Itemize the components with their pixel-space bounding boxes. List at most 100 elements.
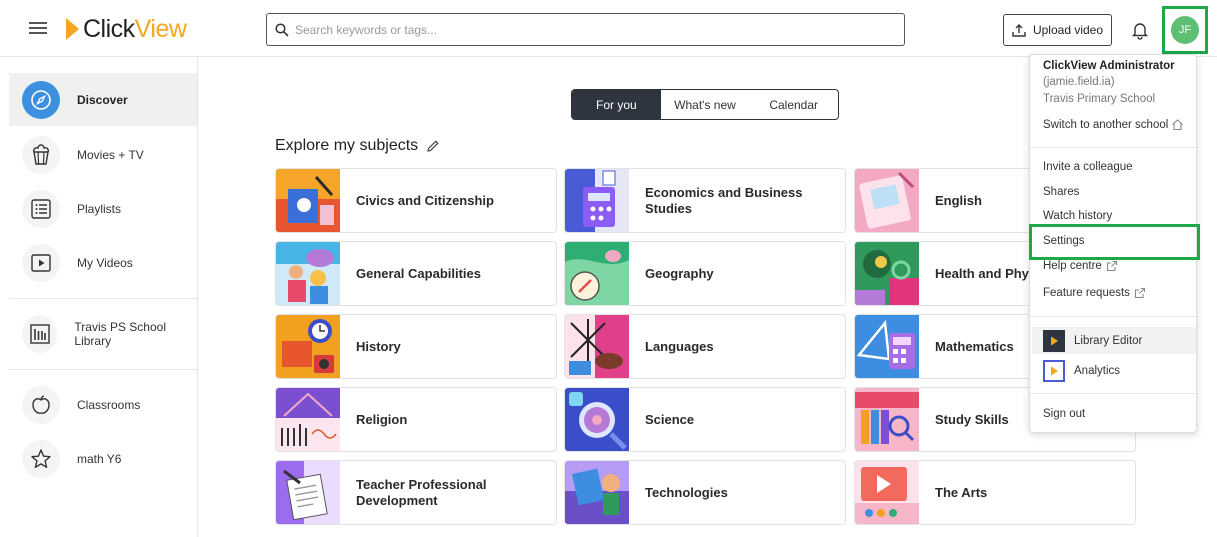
sidebar-item-my-videos[interactable]: My Videos [9,236,197,289]
subject-card-geography[interactable]: Geography [564,241,846,306]
subject-card-technologies[interactable]: Technologies [564,460,846,525]
menu-divider [1030,147,1196,148]
switch-school-label: Switch to another school [1043,118,1169,131]
logo-text-view: View [134,14,187,43]
subject-label: Technologies [645,484,728,500]
menu-user-name: ClickView Administrator [1043,60,1175,72]
shares-item[interactable]: Shares [1043,186,1079,198]
sidebar-item-label: Discover [77,92,128,107]
sidebar-item-classrooms[interactable]: Classrooms [9,378,197,431]
watch-history-item[interactable]: Watch history [1043,210,1112,222]
subject-card-religion[interactable]: Religion [275,387,557,452]
sidebar-item-label: My Videos [77,255,133,270]
invite-colleague-item[interactable]: Invite a colleague [1043,161,1133,173]
subject-thumbnail [565,461,629,524]
feature-requests-item[interactable]: Feature requests [1043,287,1146,299]
sidebar-item-math-y6[interactable]: math Y6 [9,432,197,485]
analytics-label: Analytics [1074,364,1121,377]
analytics-icon [1043,359,1065,382]
subject-thumbnail [855,169,919,232]
apple-icon [22,385,60,424]
menu-divider [1030,316,1196,317]
menu-divider [1030,393,1196,394]
logo-play-icon [66,18,79,40]
clickview-logo[interactable]: ClickView [66,14,187,44]
subject-thumbnail [565,242,629,305]
feed-tabs: For you What's new Calendar [571,89,839,120]
compass-icon [22,80,60,119]
star-icon [22,439,60,478]
subject-thumbnail [276,242,340,305]
subject-label: The Arts [935,484,988,500]
help-centre-item[interactable]: Help centre [1043,260,1118,272]
subject-thumbnail [855,461,919,524]
hamburger-menu-icon[interactable] [29,20,49,36]
logo-text-click: Click [83,14,135,43]
sidebar-item-label: Playlists [77,201,122,216]
home-icon [1172,119,1184,131]
subject-label: Religion [356,411,408,427]
tab-for-you[interactable]: For you [572,90,661,119]
sidebar-item-school-library[interactable]: Travis PS School Library [9,307,197,360]
notifications-bell-icon[interactable] [1130,20,1150,40]
top-bar: ClickView Upload video JF [0,0,1217,57]
subject-label: Economics and Business Studies [645,184,803,216]
help-centre-label: Help centre [1043,260,1102,272]
subject-card-history[interactable]: History [275,314,557,379]
subject-card-general-capabilities[interactable]: General Capabilities [275,241,557,306]
user-avatar[interactable]: JF [1171,16,1199,44]
library-editor-label: Library Editor [1074,334,1143,347]
subject-card-languages[interactable]: Languages [564,314,846,379]
sidebar-item-playlists[interactable]: Playlists [9,182,197,235]
search-icon [275,22,289,37]
search-input[interactable] [295,22,885,37]
upload-video-button[interactable]: Upload video [1003,14,1112,46]
subject-thumbnail [276,169,340,232]
subject-card-economics[interactable]: Economics and Business Studies [564,168,846,233]
video-icon [22,243,60,282]
subject-label: General Capabilities [356,265,481,281]
subject-thumbnail [276,388,340,451]
subject-label: Teacher Professional Development [356,476,487,508]
sign-out-item[interactable]: Sign out [1043,408,1085,420]
sidebar-item-label: Classrooms [77,397,141,412]
settings-highlight [1029,224,1200,260]
sidebar-item-label: Travis PS School Library [74,319,166,348]
sidebar: Discover Movies + TV Playlists My Videos… [0,57,198,537]
menu-school-name: Travis Primary School [1043,93,1156,105]
sidebar-item-movies-tv[interactable]: Movies + TV [9,128,197,181]
sidebar-item-discover[interactable]: Discover [9,73,197,126]
subject-thumbnail [565,388,629,451]
library-editor-icon [1043,329,1065,352]
sidebar-divider [9,369,197,370]
subject-card-science[interactable]: Science [564,387,846,452]
search-bar[interactable] [266,13,905,46]
edit-pencil-icon[interactable] [426,139,440,153]
subject-thumbnail [276,315,340,378]
section-header: Explore my subjects [275,137,440,155]
subject-thumbnail [565,315,629,378]
subject-thumbnail [276,461,340,524]
analytics-item[interactable]: Analytics [1032,357,1196,384]
popcorn-icon [22,135,60,174]
subject-label: Civics and Citizenship [356,192,494,208]
upload-icon [1012,24,1026,37]
tab-calendar[interactable]: Calendar [749,90,838,119]
subject-thumbnail [855,242,919,305]
tab-whats-new[interactable]: What's new [661,90,750,119]
sidebar-item-label: math Y6 [77,451,122,466]
subject-card-civics[interactable]: Civics and Citizenship [275,168,557,233]
section-title: Explore my subjects [275,137,419,154]
library-editor-item[interactable]: Library Editor [1032,327,1196,354]
subject-card-teacher-pd[interactable]: Teacher Professional Development [275,460,557,525]
subject-card-the-arts[interactable]: The Arts [854,460,1136,525]
feature-requests-label: Feature requests [1043,287,1130,299]
subject-label: Languages [645,338,714,354]
subject-thumbnail [855,315,919,378]
switch-school-link[interactable]: Switch to another school [1043,118,1184,131]
external-link-icon [1106,260,1117,272]
library-icon [22,314,58,353]
subject-label: Geography [645,265,714,281]
sidebar-divider [9,298,197,299]
upload-video-label: Upload video [1032,23,1104,37]
